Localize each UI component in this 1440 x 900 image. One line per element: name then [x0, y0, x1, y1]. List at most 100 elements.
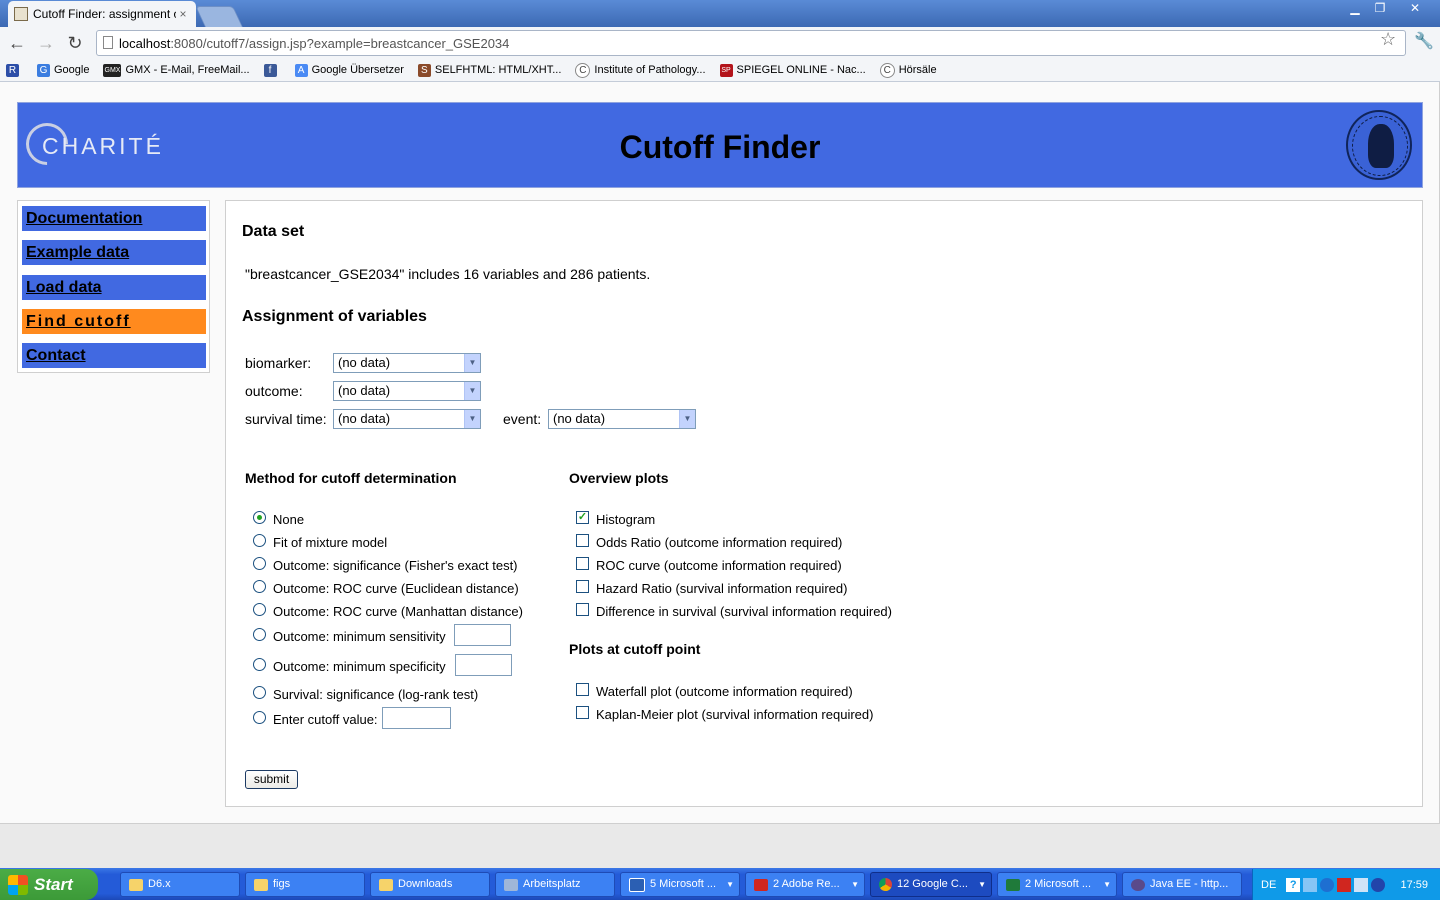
sidebar-item-load-data[interactable]: Load data [22, 275, 206, 300]
chevron-down-icon: ▼ [978, 880, 986, 889]
facebook-icon: f [263, 63, 277, 77]
overview-plots-heading: Overview plots [569, 470, 669, 486]
histogram-checkbox[interactable]: ✓ [576, 511, 589, 524]
roc-curve-checkbox[interactable] [576, 557, 589, 570]
method-radio-min-sensitivity[interactable] [253, 628, 266, 641]
method-radio-min-specificity[interactable] [253, 658, 266, 671]
sidebar-item-contact[interactable]: Contact [22, 343, 206, 368]
chevron-down-icon: ▼ [679, 410, 695, 428]
excel-icon [1006, 878, 1020, 891]
sidebar-item-documentation[interactable]: Documentation [22, 206, 206, 231]
method-radio-roc-euclidean[interactable] [253, 580, 266, 593]
folder-icon [254, 878, 268, 891]
method-label: Outcome: ROC curve (Euclidean distance) [273, 581, 519, 596]
restore-icon[interactable]: ❐ [1368, 0, 1392, 17]
taskbar-item[interactable]: Java EE - http... [1122, 872, 1242, 897]
tray-icon[interactable] [1320, 877, 1335, 892]
bookmark-item[interactable]: SP SPIEGEL ONLINE - Nac... [719, 63, 866, 77]
method-label: Enter cutoff value: [273, 712, 378, 727]
page-favicon-icon [14, 7, 28, 21]
tray-icon[interactable] [1303, 877, 1318, 892]
method-radio-none[interactable] [253, 511, 266, 524]
institute-seal-logo [1346, 110, 1412, 180]
bookmark-item[interactable]: G Google [37, 63, 89, 77]
address-bar[interactable]: localhost:8080/cutoff7/assign.jsp?exampl… [96, 30, 1406, 56]
event-select[interactable]: (no data) ▼ [548, 409, 696, 429]
gmx-icon: GMX [103, 63, 122, 77]
taskbar-item[interactable]: Arbeitsplatz [495, 872, 615, 897]
method-radio-fisher[interactable] [253, 557, 266, 570]
reload-icon[interactable]: ↻ [63, 31, 87, 55]
taskbar-item[interactable]: D6.x [120, 872, 240, 897]
bookmark-item[interactable]: A Google Übersetzer [294, 63, 404, 77]
tab-active[interactable]: Cutoff Finder: assignment of × [8, 1, 196, 27]
bookmark-item[interactable]: S SELFHTML: HTML/XHT... [417, 63, 561, 77]
back-arrow-icon[interactable]: ← [5, 31, 29, 55]
help-icon[interactable]: ? [1286, 877, 1301, 892]
adobe-tray-icon[interactable] [1337, 877, 1352, 892]
bookmark-star-icon[interactable]: ☆ [1380, 29, 1396, 50]
sidebar-item-example-data[interactable]: Example data [22, 240, 206, 265]
min-sensitivity-input[interactable] [454, 624, 511, 646]
outcome-select[interactable]: (no data) ▼ [333, 381, 481, 401]
close-tab-icon[interactable]: × [176, 7, 190, 21]
google-icon: G [37, 63, 50, 77]
method-label: Survival: significance (log-rank test) [273, 687, 479, 702]
biomarker-select[interactable]: (no data) ▼ [333, 353, 481, 373]
dataset-description: "breastcancer_GSE2034" includes 16 varia… [245, 266, 651, 282]
method-radio-roc-manhattan[interactable] [253, 603, 266, 616]
folder-icon [129, 878, 143, 891]
start-button[interactable]: Start [0, 869, 98, 900]
hazard-ratio-checkbox[interactable] [576, 580, 589, 593]
bookmark-item[interactable]: C Hörsäle [879, 62, 937, 78]
bookmark-item[interactable]: f [263, 63, 281, 77]
taskbar-item[interactable]: 2 Adobe Re... ▼ [745, 872, 865, 897]
waterfall-checkbox[interactable] [576, 683, 589, 696]
method-label: None [273, 512, 305, 527]
sidebar-item-find-cutoff[interactable]: Find cutoff [22, 309, 206, 334]
spiegel-icon: SP [719, 63, 733, 77]
cutoff-value-input[interactable] [382, 707, 451, 729]
assignment-heading: Assignment of variables [242, 308, 427, 325]
biomarker-label: biomarker: [245, 355, 312, 371]
method-radio-enter-cutoff[interactable] [253, 711, 266, 724]
kaplan-meier-checkbox[interactable] [576, 706, 589, 719]
survival-difference-checkbox[interactable] [576, 603, 589, 616]
chevron-down-icon: ▼ [464, 354, 480, 372]
plot-option-label: Kaplan-Meier plot (survival information … [596, 707, 874, 722]
chevron-down-icon: ▼ [464, 410, 480, 428]
new-tab-button[interactable] [195, 6, 243, 27]
method-radio-mixture-model[interactable] [253, 534, 266, 547]
method-label: Outcome: minimum specificity [273, 659, 446, 674]
taskbar-item[interactable]: 5 Microsoft ... ▼ [620, 872, 740, 897]
submit-button[interactable]: submit [245, 770, 298, 789]
method-heading: Method for cutoff determination [245, 470, 457, 486]
min-specificity-input[interactable] [455, 654, 512, 676]
taskbar-item[interactable]: Downloads [370, 872, 490, 897]
browser-toolbar: ← → ↻ localhost:8080/cutoff7/assign.jsp?… [0, 27, 1440, 59]
method-label: Outcome: significance (Fisher's exact te… [273, 558, 518, 573]
method-radio-log-rank[interactable] [253, 686, 266, 699]
forward-arrow-icon[interactable]: → [34, 31, 58, 55]
windows-logo-icon [8, 874, 28, 895]
bookmark-item[interactable]: C Institute of Pathology... [575, 62, 706, 78]
survival-time-select[interactable]: (no data) ▼ [333, 409, 481, 429]
network-icon[interactable] [1354, 877, 1369, 892]
language-indicator[interactable]: DE [1261, 879, 1276, 891]
odds-ratio-checkbox[interactable] [576, 534, 589, 547]
bluetooth-icon[interactable] [1371, 877, 1386, 892]
windows-taskbar: Start D6.x figs Downloads Arbeitsplatz 5… [0, 868, 1440, 900]
minimize-icon[interactable]: ▁ [1343, 0, 1367, 17]
taskbar-item[interactable]: 2 Microsoft ... ▼ [997, 872, 1117, 897]
site-header: CHARITÉ Cutoff Finder [17, 102, 1423, 188]
chrome-icon [879, 878, 892, 891]
bookmark-item[interactable]: GMX GMX - E-Mail, FreeMail... [103, 63, 250, 77]
taskbar-item[interactable]: figs [245, 872, 365, 897]
wrench-icon[interactable]: 🔧 [1414, 31, 1434, 51]
taskbar-item[interactable]: 12 Google C... ▼ [870, 872, 992, 897]
chevron-down-icon: ▼ [726, 880, 734, 889]
page-title: Cutoff Finder [619, 129, 821, 165]
bookmark-item[interactable]: R [6, 63, 23, 77]
plot-option-label: Hazard Ratio (survival information requi… [596, 581, 848, 596]
close-window-icon[interactable]: ✕ [1400, 0, 1430, 17]
